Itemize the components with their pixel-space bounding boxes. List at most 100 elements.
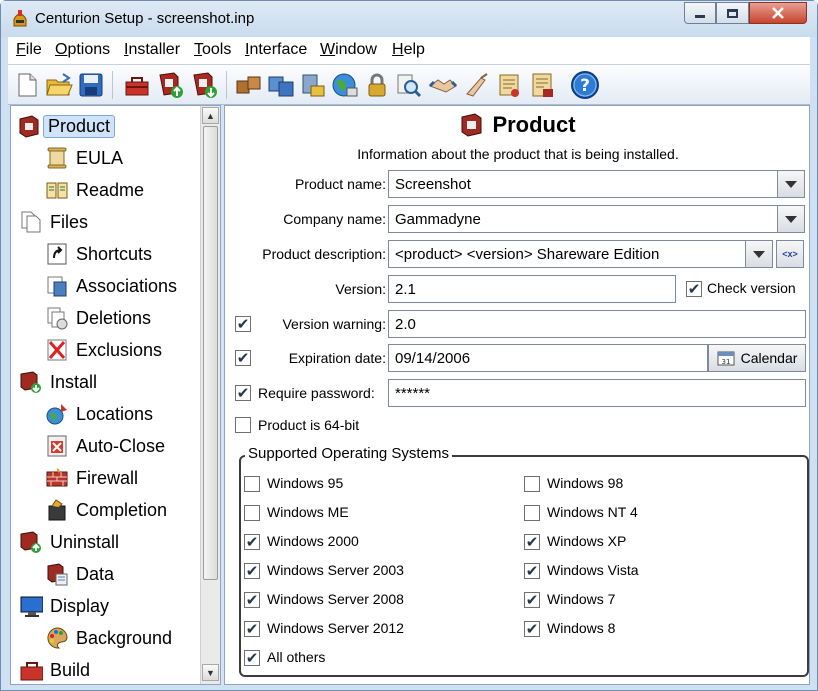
product-description-field[interactable]: <product> <version> Shareware Edition	[388, 240, 746, 268]
centurion-helmet-icon	[11, 9, 29, 29]
expiration-date-checkbox[interactable]: ✔	[235, 350, 251, 366]
tree-item-shortcuts[interactable]: Shortcuts	[45, 239, 155, 269]
tree-item-auto-close[interactable]: Auto-Close	[45, 431, 168, 461]
tree-item-install[interactable]: Install	[19, 367, 100, 397]
password-field[interactable]: ******	[388, 379, 806, 407]
menu-window[interactable]: Window	[320, 41, 377, 59]
open-button[interactable]	[44, 69, 74, 101]
os-checkbox[interactable]: ✔	[244, 592, 260, 608]
expiration-date-field[interactable]: 09/14/2006	[388, 344, 708, 372]
tree-item-associations[interactable]: Associations	[45, 271, 180, 301]
tree-item-background[interactable]: Background	[45, 623, 175, 653]
menu-help[interactable]: Help	[392, 41, 425, 59]
company-name-field[interactable]: Gammadyne	[388, 205, 778, 233]
scroll-up-button[interactable]: ▲	[202, 107, 219, 124]
new-file-icon	[18, 73, 37, 97]
install-icon	[19, 370, 43, 394]
chevron-down-icon	[785, 215, 797, 223]
tree-item-eula[interactable]: EULA	[45, 143, 126, 173]
tree-item-uninstall[interactable]: Uninstall	[19, 527, 122, 557]
os-checkbox[interactable]: ✔	[524, 621, 540, 637]
tree-item-firewall[interactable]: Firewall	[45, 463, 141, 493]
menu-tools[interactable]: Tools	[194, 41, 231, 59]
tree-item-build[interactable]: Build	[19, 655, 93, 684]
company-name-dropdown-button[interactable]	[777, 205, 805, 233]
os-checkbox[interactable]: ✔	[244, 621, 260, 637]
os-checkbox-label: Windows Server 2008	[267, 591, 404, 607]
product-description-label: Product description:	[262, 246, 386, 262]
certificate-button[interactable]	[528, 69, 558, 101]
insert-tag-button[interactable]: <x>	[776, 240, 804, 268]
lock-button[interactable]	[362, 69, 392, 101]
install-tool-button[interactable]	[298, 69, 328, 101]
tree-scrollbar[interactable]: ▲ ▼	[200, 106, 220, 684]
os-checkbox[interactable]	[244, 505, 260, 521]
product-name-dropdown-button[interactable]	[777, 170, 805, 198]
os-checkbox[interactable]	[244, 476, 260, 492]
os-checkbox[interactable]: ✔	[524, 563, 540, 579]
version-field[interactable]: 2.1	[388, 275, 676, 303]
check-version-checkbox[interactable]: ✔	[686, 281, 702, 297]
tree-item-display[interactable]: Display	[19, 591, 112, 621]
require-password-checkbox[interactable]: ✔	[235, 385, 251, 401]
minimize-button[interactable]	[684, 2, 716, 24]
location-icon	[45, 402, 69, 426]
product-box-icon	[17, 114, 41, 138]
product-name-field[interactable]: Screenshot	[388, 170, 778, 198]
disk-button[interactable]	[266, 69, 296, 101]
os-checkbox[interactable]: ✔	[244, 650, 260, 666]
toolbox-button[interactable]	[122, 69, 152, 101]
os-checkbox[interactable]: ✔	[524, 534, 540, 550]
maximize-button[interactable]	[716, 2, 749, 24]
checkmark-icon: ✔	[525, 619, 539, 638]
menu-file[interactable]: File	[16, 41, 42, 59]
scroll-down-button[interactable]: ▼	[202, 664, 219, 681]
tree-item-data[interactable]: Data	[45, 559, 117, 589]
handshake-button[interactable]	[428, 69, 458, 101]
tree-item-deletions[interactable]: Deletions	[45, 303, 154, 333]
os-checkbox[interactable]	[524, 505, 540, 521]
scrollbar-thumb[interactable]	[203, 126, 218, 580]
version-warning-checkbox[interactable]: ✔	[235, 316, 251, 332]
save-button[interactable]	[76, 69, 106, 101]
download-button[interactable]	[190, 69, 220, 101]
product-64bit-checkbox[interactable]	[235, 417, 251, 433]
os-checkbox-label: Windows NT 4	[547, 504, 638, 520]
panel-title: Product	[225, 112, 811, 138]
os-checkbox[interactable]: ✔	[244, 563, 260, 579]
tree-item-files[interactable]: Files	[19, 207, 91, 237]
menu-options[interactable]: Options	[55, 41, 110, 59]
new-button[interactable]	[12, 69, 42, 101]
globe-button[interactable]	[330, 69, 360, 101]
tree-item-readme[interactable]: Readme	[45, 175, 147, 205]
version-warning-field[interactable]: 2.0	[388, 310, 806, 338]
calendar-icon: 31	[717, 351, 735, 366]
os-checkbox-label: Windows 95	[267, 475, 344, 491]
os-checkbox-label: Windows Vista	[547, 562, 639, 578]
product-description-dropdown-button[interactable]	[745, 240, 773, 268]
tree-item-exclusions[interactable]: Exclusions	[45, 335, 165, 365]
close-button[interactable]	[749, 2, 807, 24]
os-checkbox[interactable]: ✔	[524, 592, 540, 608]
checkmark-icon: ✔	[245, 532, 259, 551]
panel-subtitle: Information about the product that is be…	[357, 146, 679, 162]
os-checkbox-label: All others	[267, 649, 326, 665]
checkmark-icon: ✔	[236, 314, 250, 333]
close-icon	[772, 7, 784, 19]
title-bar[interactable]: Centurion Setup - screenshot.inp	[1, 1, 817, 37]
upload-button[interactable]	[156, 69, 186, 101]
tree-item-locations[interactable]: Locations	[45, 399, 156, 429]
os-checkbox[interactable]	[524, 476, 540, 492]
scroll-button[interactable]	[494, 69, 524, 101]
menu-interface[interactable]: Interface	[245, 41, 307, 59]
help-button[interactable]: ?	[570, 69, 600, 101]
tree-item-completion[interactable]: Completion	[45, 495, 170, 525]
calendar-button[interactable]: 31 Calendar	[708, 344, 806, 372]
packages-icon	[236, 76, 261, 94]
menu-installer[interactable]: Installer	[124, 41, 180, 59]
pointer-button[interactable]	[462, 69, 492, 101]
tree-item-product[interactable]: Product	[17, 111, 116, 141]
search-button[interactable]	[394, 69, 424, 101]
packages-button[interactable]	[234, 69, 264, 101]
os-checkbox[interactable]: ✔	[244, 534, 260, 550]
